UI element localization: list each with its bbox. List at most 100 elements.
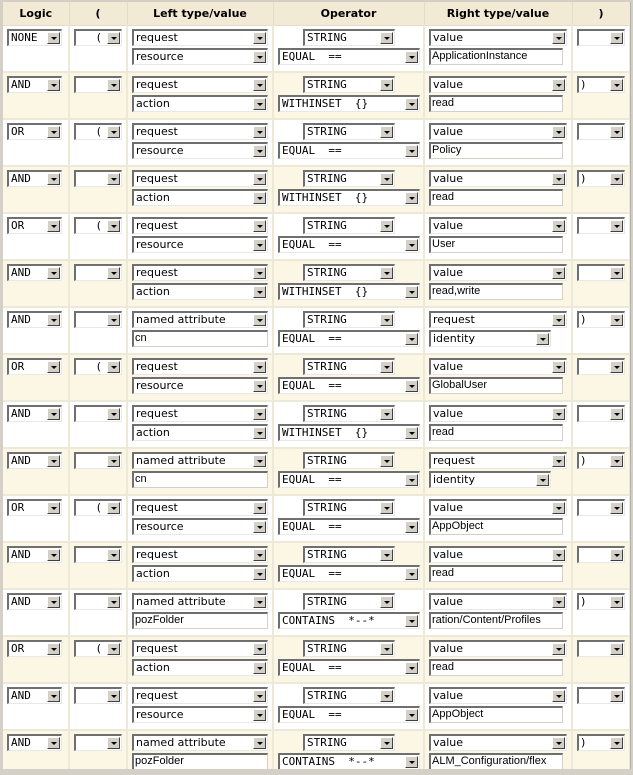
chevron-down-icon[interactable] bbox=[47, 79, 60, 91]
close-paren-select[interactable] bbox=[577, 405, 625, 422]
left-type-select[interactable]: named attribute bbox=[132, 593, 268, 610]
right-type-select[interactable]: value bbox=[429, 170, 567, 187]
right-type-select[interactable]: value bbox=[429, 734, 567, 751]
chevron-down-icon[interactable] bbox=[610, 408, 623, 420]
chevron-down-icon[interactable] bbox=[107, 737, 120, 749]
right-type-select[interactable]: value bbox=[429, 264, 567, 281]
data-type-select[interactable]: STRING bbox=[303, 734, 395, 751]
chevron-down-icon[interactable] bbox=[253, 98, 266, 110]
chevron-down-icon[interactable] bbox=[107, 220, 120, 232]
open-paren-select[interactable] bbox=[74, 170, 122, 187]
chevron-down-icon[interactable] bbox=[380, 79, 393, 91]
left-value-input[interactable]: pozFolder bbox=[132, 612, 268, 629]
chevron-down-icon[interactable] bbox=[552, 126, 565, 138]
chevron-down-icon[interactable] bbox=[380, 737, 393, 749]
chevron-down-icon[interactable] bbox=[405, 98, 418, 110]
left-type-select[interactable]: named attribute bbox=[132, 734, 268, 751]
operator-select[interactable]: EQUAL == bbox=[278, 659, 420, 676]
left-type-select[interactable]: request bbox=[132, 217, 268, 234]
chevron-down-icon[interactable] bbox=[47, 32, 60, 44]
right-value-input[interactable]: ration/Content/Profiles bbox=[429, 612, 563, 629]
operator-select[interactable]: WITHINSET {} bbox=[278, 189, 420, 206]
logic-select[interactable]: OR bbox=[7, 640, 62, 657]
chevron-down-icon[interactable] bbox=[253, 220, 266, 232]
chevron-down-icon[interactable] bbox=[405, 239, 418, 251]
chevron-down-icon[interactable] bbox=[552, 737, 565, 749]
data-type-select[interactable]: STRING bbox=[303, 264, 395, 281]
chevron-down-icon[interactable] bbox=[253, 455, 266, 467]
chevron-down-icon[interactable] bbox=[253, 427, 266, 439]
close-paren-select[interactable] bbox=[577, 264, 625, 281]
close-paren-select[interactable] bbox=[577, 123, 625, 140]
close-paren-select[interactable]: ) bbox=[577, 734, 625, 751]
open-paren-select[interactable] bbox=[74, 687, 122, 704]
chevron-down-icon[interactable] bbox=[380, 690, 393, 702]
chevron-down-icon[interactable] bbox=[610, 690, 623, 702]
chevron-down-icon[interactable] bbox=[405, 380, 418, 392]
chevron-down-icon[interactable] bbox=[47, 643, 60, 655]
left-value-select[interactable]: action bbox=[132, 95, 268, 112]
data-type-select[interactable]: STRING bbox=[303, 405, 395, 422]
operator-select[interactable]: WITHINSET {} bbox=[278, 424, 420, 441]
chevron-down-icon[interactable] bbox=[380, 502, 393, 514]
logic-select[interactable]: AND bbox=[7, 593, 62, 610]
left-value-select[interactable]: resource bbox=[132, 236, 268, 253]
chevron-down-icon[interactable] bbox=[47, 502, 60, 514]
chevron-down-icon[interactable] bbox=[405, 192, 418, 204]
chevron-down-icon[interactable] bbox=[47, 361, 60, 373]
operator-select[interactable]: WITHINSET {} bbox=[278, 95, 420, 112]
chevron-down-icon[interactable] bbox=[47, 220, 60, 232]
chevron-down-icon[interactable] bbox=[253, 521, 266, 533]
operator-select[interactable]: CONTAINS *--* bbox=[278, 612, 420, 629]
open-paren-select[interactable] bbox=[74, 76, 122, 93]
chevron-down-icon[interactable] bbox=[253, 737, 266, 749]
chevron-down-icon[interactable] bbox=[47, 173, 60, 185]
chevron-down-icon[interactable] bbox=[552, 408, 565, 420]
chevron-down-icon[interactable] bbox=[380, 643, 393, 655]
open-paren-select[interactable]: ( bbox=[74, 499, 122, 516]
chevron-down-icon[interactable] bbox=[107, 79, 120, 91]
chevron-down-icon[interactable] bbox=[405, 427, 418, 439]
open-paren-select[interactable] bbox=[74, 264, 122, 281]
open-paren-select[interactable]: ( bbox=[74, 358, 122, 375]
chevron-down-icon[interactable] bbox=[380, 126, 393, 138]
chevron-down-icon[interactable] bbox=[47, 737, 60, 749]
chevron-down-icon[interactable] bbox=[253, 173, 266, 185]
logic-select[interactable]: NONE bbox=[7, 29, 62, 46]
chevron-down-icon[interactable] bbox=[253, 380, 266, 392]
operator-select[interactable]: EQUAL == bbox=[278, 565, 420, 582]
chevron-down-icon[interactable] bbox=[405, 145, 418, 157]
open-paren-select[interactable] bbox=[74, 734, 122, 751]
operator-select[interactable]: EQUAL == bbox=[278, 236, 420, 253]
chevron-down-icon[interactable] bbox=[405, 286, 418, 298]
left-type-select[interactable]: request bbox=[132, 687, 268, 704]
right-type-select[interactable]: value bbox=[429, 123, 567, 140]
chevron-down-icon[interactable] bbox=[552, 361, 565, 373]
chevron-down-icon[interactable] bbox=[253, 549, 266, 561]
chevron-down-icon[interactable] bbox=[405, 521, 418, 533]
left-type-select[interactable]: request bbox=[132, 499, 268, 516]
chevron-down-icon[interactable] bbox=[552, 455, 565, 467]
chevron-down-icon[interactable] bbox=[253, 126, 266, 138]
chevron-down-icon[interactable] bbox=[610, 455, 623, 467]
chevron-down-icon[interactable] bbox=[253, 643, 266, 655]
chevron-down-icon[interactable] bbox=[552, 549, 565, 561]
chevron-down-icon[interactable] bbox=[610, 32, 623, 44]
chevron-down-icon[interactable] bbox=[405, 474, 418, 486]
left-value-select[interactable]: resource bbox=[132, 48, 268, 65]
chevron-down-icon[interactable] bbox=[610, 549, 623, 561]
chevron-down-icon[interactable] bbox=[253, 51, 266, 63]
chevron-down-icon[interactable] bbox=[253, 239, 266, 251]
data-type-select[interactable]: STRING bbox=[303, 29, 395, 46]
right-type-select[interactable]: value bbox=[429, 546, 567, 563]
right-value-input[interactable]: read bbox=[429, 424, 563, 441]
logic-select[interactable]: AND bbox=[7, 170, 62, 187]
operator-select[interactable]: EQUAL == bbox=[278, 471, 420, 488]
left-value-select[interactable]: resource bbox=[132, 377, 268, 394]
close-paren-select[interactable]: ) bbox=[577, 593, 625, 610]
chevron-down-icon[interactable] bbox=[107, 549, 120, 561]
chevron-down-icon[interactable] bbox=[47, 408, 60, 420]
close-paren-select[interactable]: ) bbox=[577, 76, 625, 93]
left-type-select[interactable]: request bbox=[132, 29, 268, 46]
right-value-input[interactable]: read,write bbox=[429, 283, 563, 300]
